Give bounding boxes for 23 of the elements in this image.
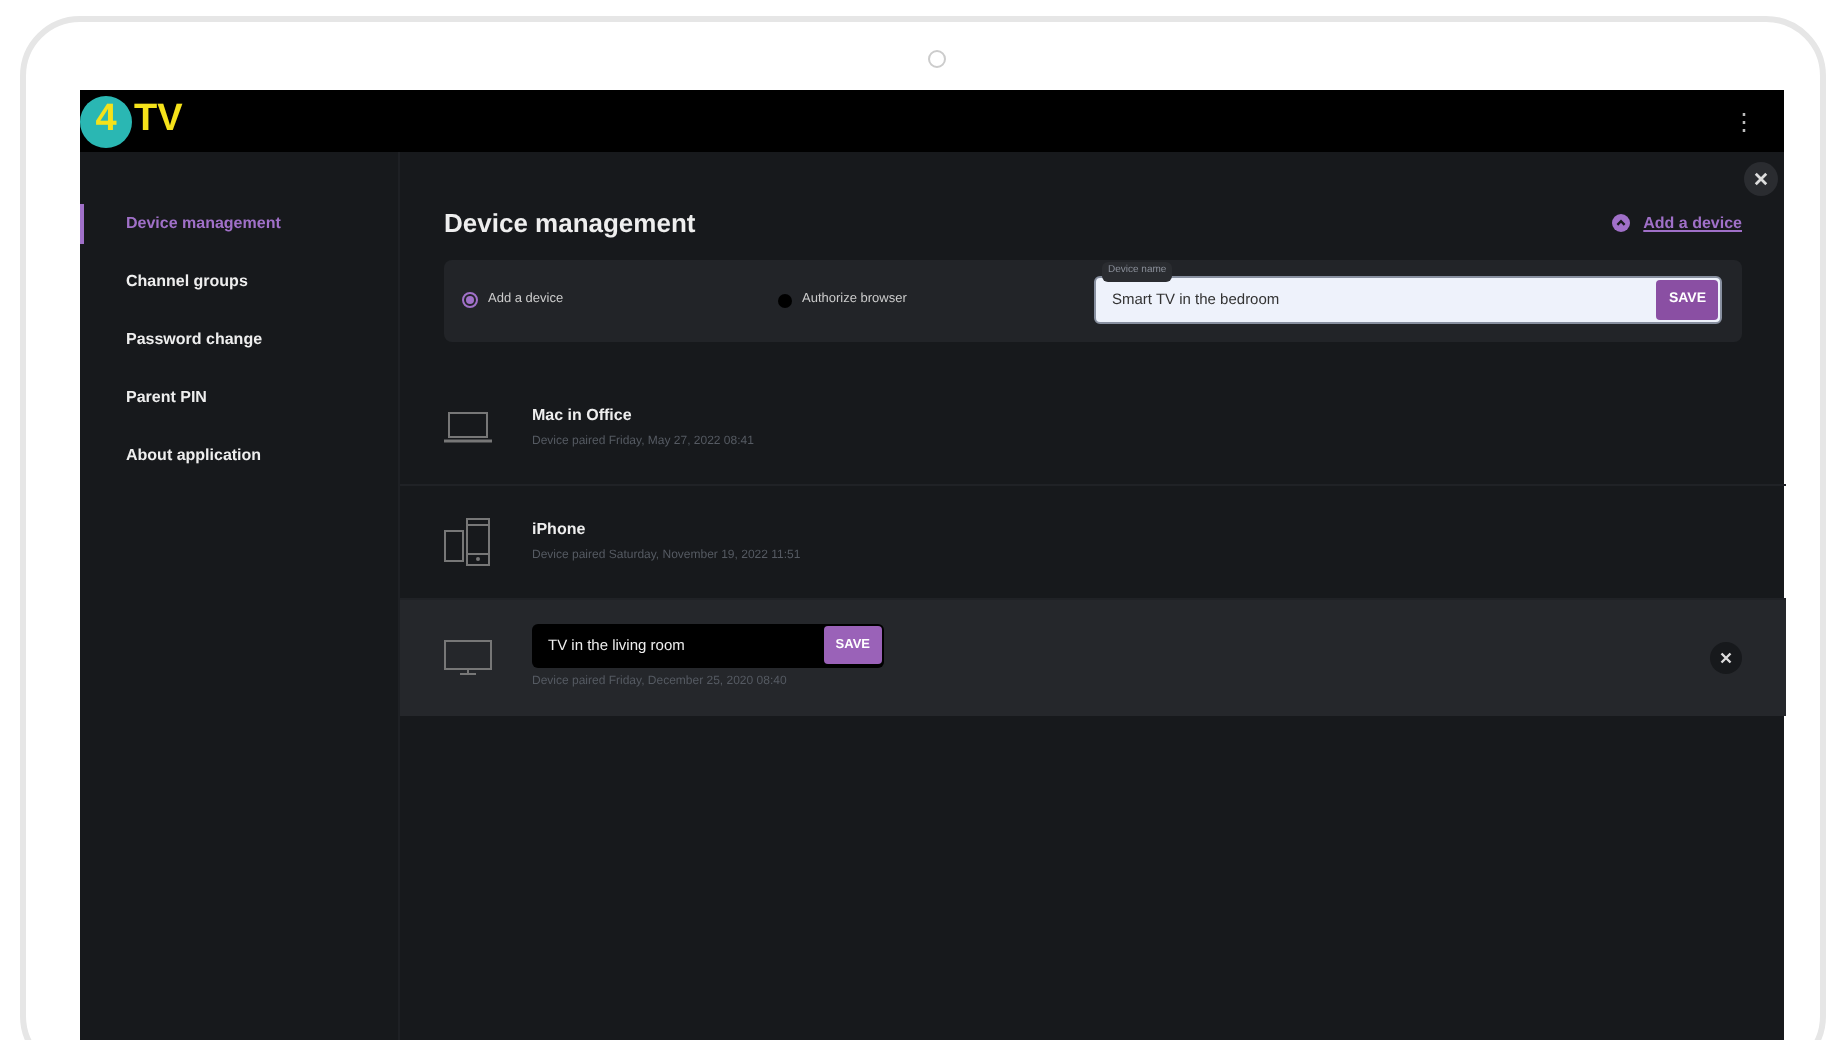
sidebar-item[interactable]: Password change: [80, 320, 398, 360]
logo-badge: 4: [80, 95, 132, 147]
page-title: Device management: [444, 206, 696, 242]
sidebar-item[interactable]: Parent PIN: [80, 378, 398, 418]
device-name: iPhone: [532, 517, 588, 541]
radio-button[interactable]: [462, 292, 478, 308]
camera-icon: [928, 50, 946, 68]
sidebar-item[interactable]: About application: [80, 436, 398, 476]
close-icon: [1754, 172, 1768, 186]
radio-button[interactable]: [778, 293, 792, 307]
logo-text: TV: [134, 96, 183, 145]
add-device-link[interactable]: Add a device: [1611, 211, 1742, 236]
tv-icon: [444, 639, 492, 675]
sidebar-item[interactable]: Device management: [80, 204, 398, 244]
close-button[interactable]: [1744, 162, 1778, 196]
device-name: Mac in Office: [532, 403, 634, 427]
phone-and-tablet-icon: [444, 517, 492, 565]
chevron-up-icon: [1611, 214, 1630, 233]
laptop-icon: [444, 411, 492, 443]
remove-button[interactable]: [1710, 641, 1742, 673]
menu-button[interactable]: ⋮: [1732, 103, 1756, 139]
close-icon: [1720, 651, 1732, 663]
sidebar-item[interactable]: Channel groups: [80, 262, 398, 302]
